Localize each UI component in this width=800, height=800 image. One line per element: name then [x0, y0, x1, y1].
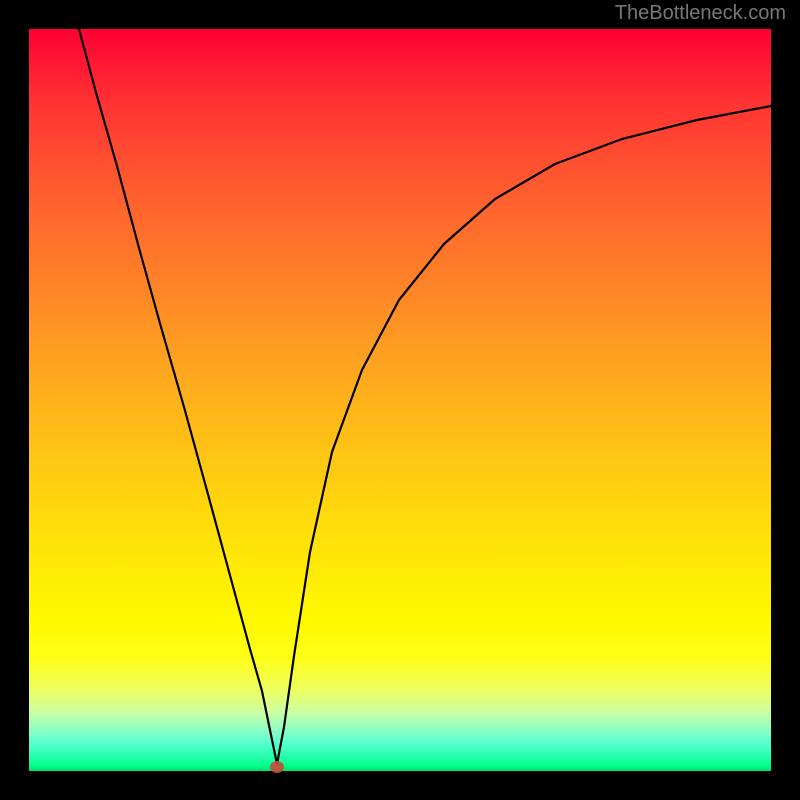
minimum-marker	[270, 761, 284, 773]
chart-plot-area	[29, 29, 771, 771]
watermark-text: TheBottleneck.com	[615, 2, 786, 25]
curve-left-branch	[79, 29, 277, 764]
curve-right-branch	[277, 106, 771, 764]
bottleneck-curve	[29, 29, 771, 771]
